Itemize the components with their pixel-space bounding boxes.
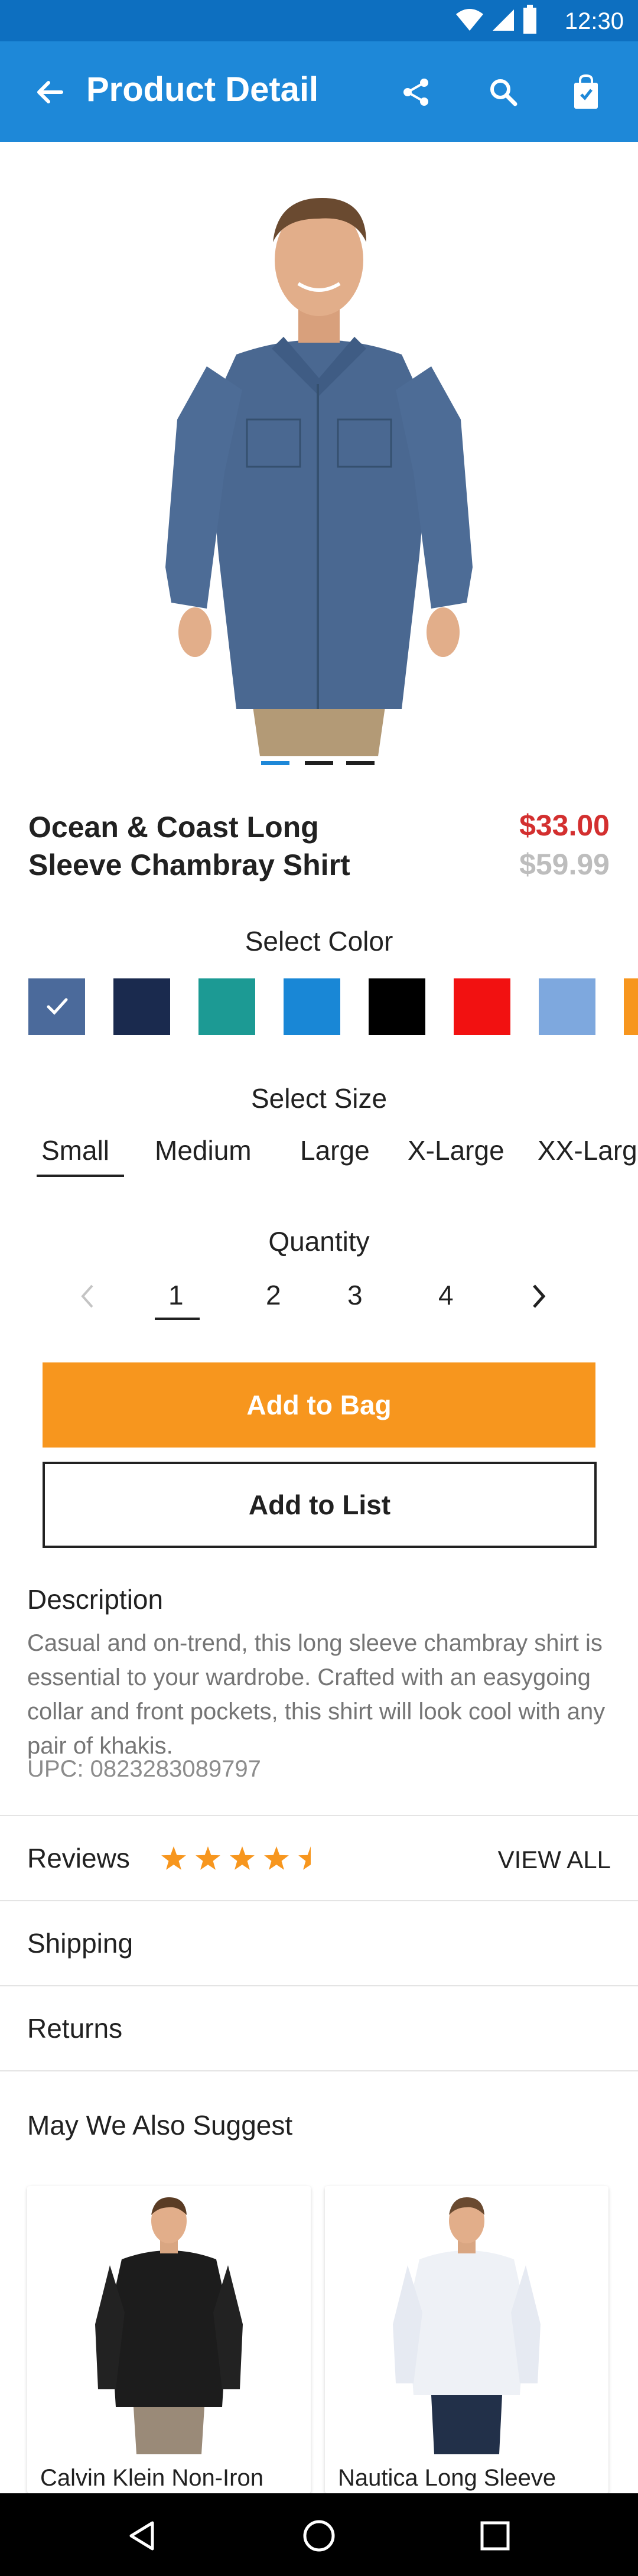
reviews-row[interactable]: Reviews VIEW ALL — [0, 1816, 638, 1900]
chambray-shirt-model-image — [165, 198, 473, 756]
sale-price: $33.00 — [519, 809, 610, 842]
size-selected-underline — [37, 1175, 124, 1177]
upc-code: UPC: 0823283089797 — [27, 1756, 261, 1782]
returns-row[interactable]: Returns — [0, 1986, 638, 2070]
color-swatch-navy[interactable] — [113, 978, 170, 1035]
system-navigation-bar — [0, 2493, 638, 2576]
size-option-medium[interactable]: Medium — [155, 1134, 252, 1166]
rating-stars-icon — [161, 1846, 311, 1870]
status-bar: 12:30 — [0, 0, 638, 41]
battery-icon — [523, 5, 536, 34]
rating-star — [161, 1846, 186, 1870]
chevron-right-icon[interactable] — [528, 1283, 549, 1309]
wifi-icon — [456, 9, 483, 31]
shopping-bag-icon[interactable] — [565, 71, 607, 113]
search-icon[interactable] — [482, 71, 525, 113]
color-swatch-chambray[interactable] — [28, 978, 85, 1035]
quantity-selected-underline — [155, 1318, 200, 1320]
add-to-bag-button[interactable]: Add to Bag — [43, 1362, 595, 1448]
rating-star — [196, 1846, 220, 1870]
back-arrow-icon[interactable] — [28, 71, 71, 113]
suggested-product-card[interactable]: Calvin Klein Non-Iron Long Sleeve Button… — [27, 2186, 311, 2493]
quantity-label: Quantity — [268, 1226, 370, 1257]
home-circle-icon[interactable] — [301, 2518, 337, 2554]
size-option-x-large[interactable]: X-Large — [408, 1134, 504, 1166]
view-all-reviews-link[interactable]: VIEW ALL — [498, 1846, 611, 1874]
description-text: Casual and on-trend, this long sleeve ch… — [27, 1630, 606, 1759]
quantity-option-1[interactable]: 1 — [168, 1279, 184, 1311]
color-swatch-teal[interactable] — [198, 978, 255, 1035]
select-color-label: Select Color — [245, 926, 393, 957]
suggested-product-name: Nautica Long Sleeve Wrinkle Resistant Bl… — [338, 2465, 556, 2491]
suggestions-heading: May We Also Suggest — [27, 2110, 293, 2141]
app-bar: Product Detail — [0, 41, 638, 142]
suggested-product-name: Calvin Klein Non-Iron Long Sleeve Button… — [40, 2465, 263, 2491]
original-price: $59.99 — [519, 848, 610, 881]
black-shirt-model-image — [95, 2197, 243, 2454]
quantity-option-4[interactable]: 4 — [438, 1279, 454, 1311]
product-title: Ocean & Coast Long Sleeve Chambray Shirt — [28, 811, 350, 882]
status-time: 12:30 — [564, 8, 624, 34]
page-title: Product Detail — [86, 70, 319, 109]
reviews-label: Reviews — [27, 1843, 130, 1874]
star-rating — [160, 1845, 331, 1873]
back-triangle-icon[interactable] — [125, 2519, 158, 2552]
divider — [0, 2070, 638, 2071]
cellular-signal-icon — [493, 9, 514, 31]
color-swatch-red[interactable] — [454, 978, 510, 1035]
size-option-small[interactable]: Small — [41, 1134, 109, 1166]
size-option-large[interactable]: Large — [300, 1134, 370, 1166]
suggested-product-card[interactable]: Nautica Long Sleeve Wrinkle Resistant Bl… — [325, 2186, 608, 2493]
shipping-row[interactable]: Shipping — [0, 1901, 638, 1985]
quantity-option-2[interactable]: 2 — [266, 1279, 281, 1311]
check-icon — [47, 998, 68, 1015]
color-swatch-blue[interactable] — [284, 978, 340, 1035]
add-to-list-button[interactable]: Add to List — [43, 1462, 597, 1548]
rating-star — [264, 1846, 289, 1870]
image-page-indicator-2[interactable] — [305, 761, 333, 765]
shipping-label: Shipping — [27, 1928, 134, 1959]
size-option-xx-large[interactable]: XX-Large — [538, 1134, 638, 1166]
description-heading: Description — [27, 1584, 164, 1615]
image-page-indicator-1[interactable] — [261, 761, 289, 765]
color-swatch-light-blue[interactable] — [539, 978, 595, 1035]
rating-star — [298, 1846, 311, 1870]
chevron-left-icon[interactable] — [77, 1283, 98, 1309]
color-swatch-orange[interactable] — [624, 978, 638, 1035]
returns-label: Returns — [27, 2013, 123, 2044]
color-swatch-black[interactable] — [369, 978, 425, 1035]
image-page-indicator-3[interactable] — [346, 761, 375, 765]
product-image[interactable] — [0, 142, 638, 756]
rating-star — [230, 1846, 255, 1870]
white-shirt-model-image — [393, 2197, 541, 2454]
select-size-label: Select Size — [250, 1083, 388, 1114]
recents-square-icon[interactable] — [479, 2519, 512, 2552]
quantity-option-3[interactable]: 3 — [347, 1279, 363, 1311]
share-icon[interactable] — [395, 71, 437, 113]
